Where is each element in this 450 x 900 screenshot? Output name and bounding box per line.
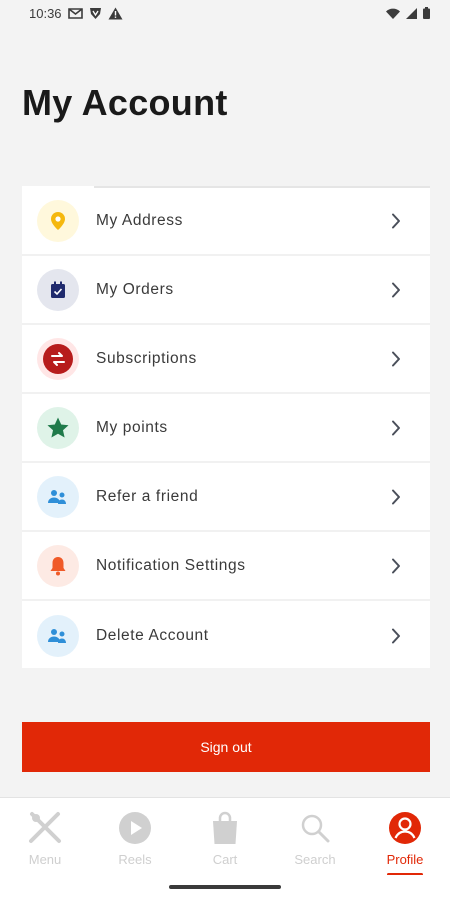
menu-item-label: My points	[96, 419, 168, 436]
fork-knife-icon	[27, 810, 63, 846]
nav-label: Reels	[118, 852, 152, 867]
status-bar: 10:36	[0, 0, 450, 26]
chevron-right-icon	[388, 282, 404, 298]
location-pin-icon	[37, 200, 79, 242]
chevron-right-icon	[388, 351, 404, 367]
account-menu: My Address My Orders Subscriptions My po…	[22, 186, 430, 668]
nav-item-cart[interactable]: Cart	[180, 798, 270, 876]
nav-label: Menu	[28, 852, 62, 867]
page-title: My Account	[22, 82, 228, 123]
calendar-icon	[37, 269, 79, 311]
search-icon	[297, 810, 333, 846]
chevron-right-icon	[388, 558, 404, 574]
repeat-icon	[37, 338, 79, 380]
nav-label: Profile	[386, 852, 424, 867]
bell-icon	[37, 545, 79, 587]
nav-item-reels[interactable]: Reels	[90, 798, 180, 876]
system-gesture-area	[0, 875, 450, 900]
menu-item-subscriptions[interactable]: Subscriptions	[22, 326, 430, 394]
menu-item-delete-account[interactable]: Delete Account	[22, 602, 430, 670]
battery-icon	[423, 7, 430, 19]
menu-item-label: Subscriptions	[96, 350, 197, 367]
sign-out-button[interactable]: Sign out	[22, 722, 430, 772]
chevron-right-icon	[388, 420, 404, 436]
nav-item-menu[interactable]: Menu	[0, 798, 90, 876]
nav-label: Search	[294, 852, 336, 867]
menu-item-notification-settings[interactable]: Notification Settings	[22, 533, 430, 601]
profile-icon	[387, 810, 423, 846]
signal-icon	[406, 7, 417, 19]
menu-item-my-points[interactable]: My points	[22, 395, 430, 463]
status-time: 10:36	[29, 5, 62, 21]
menu-item-label: Notification Settings	[96, 557, 246, 574]
menu-item-my-orders[interactable]: My Orders	[22, 257, 430, 325]
nav-label: Cart	[212, 852, 238, 867]
gmail-icon	[67, 7, 83, 19]
menu-item-refer-a-friend[interactable]: Refer a friend	[22, 464, 430, 532]
menu-item-label: Delete Account	[96, 627, 209, 644]
shopping-bag-icon	[207, 810, 243, 846]
nav-item-search[interactable]: Search	[270, 798, 360, 876]
chevron-right-icon	[388, 489, 404, 505]
users-icon	[37, 476, 79, 518]
shield-icon	[89, 7, 102, 20]
users-icon	[37, 615, 79, 657]
menu-item-label: My Orders	[96, 281, 174, 298]
warning-icon	[108, 7, 123, 20]
menu-item-label: Refer a friend	[96, 488, 199, 505]
nav-item-profile[interactable]: Profile	[360, 798, 450, 876]
bottom-navigation: Menu Reels Cart Search Profile	[0, 797, 450, 876]
play-icon	[117, 810, 153, 846]
chevron-right-icon	[388, 628, 404, 644]
chevron-right-icon	[388, 213, 404, 229]
wifi-icon	[386, 8, 400, 19]
star-icon	[37, 407, 79, 449]
menu-item-label: My Address	[96, 212, 183, 229]
menu-item-my-address[interactable]: My Address	[22, 188, 430, 256]
home-gesture-bar[interactable]	[169, 885, 281, 889]
